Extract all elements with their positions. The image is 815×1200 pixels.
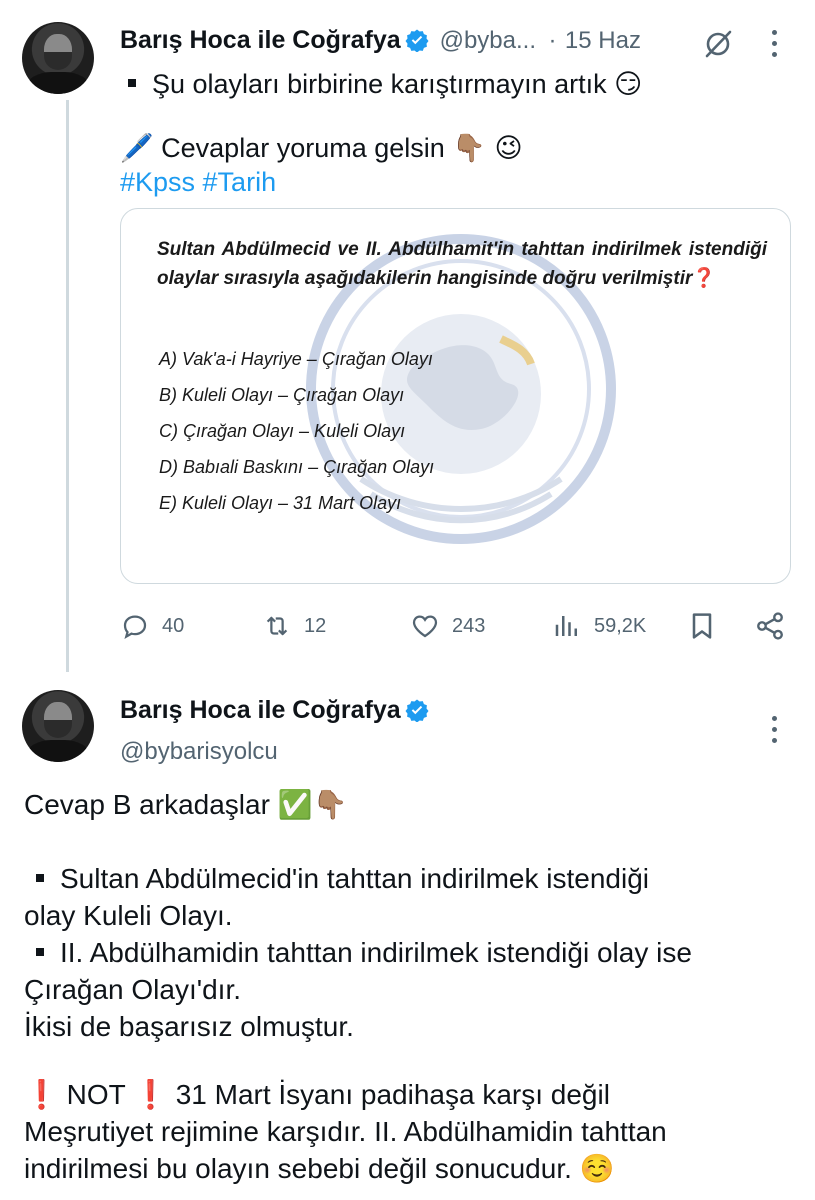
- option-e: E) Kuleli Olayı – 31 Mart Olayı: [159, 493, 402, 513]
- reply-bullet1-line2: olay Kuleli Olayı.: [24, 900, 233, 931]
- like-count: 243: [452, 614, 486, 637]
- point-down-wink-emoji: 👇🏽 😉: [452, 133, 523, 164]
- tweet-timestamp[interactable]: 15 Haz: [565, 27, 641, 54]
- more-icon[interactable]: [771, 30, 779, 58]
- tweet-header: Barış Hoca ile Coğrafya @byba... · 15 Ha…: [120, 26, 641, 60]
- option-c: C) Çırağan Olayı – Kuleli Olayı: [159, 421, 406, 441]
- author-handle[interactable]: @byba...: [440, 27, 536, 54]
- reply-note-line1: ❗ NOT ❗ 31 Mart İsyanı padihaşa karşı de…: [24, 1078, 610, 1111]
- like-button[interactable]: 243: [410, 610, 485, 642]
- option-d: D) Babıali Baskını – Çırağan Olayı: [159, 457, 435, 477]
- retweet-button[interactable]: 12: [262, 610, 326, 642]
- reply-header: Barış Hoca ile Coğrafya: [120, 696, 429, 725]
- like-icon: [412, 615, 438, 638]
- reply-bullet2-line1: II. Abdülhamidin tahttan indirilmek iste…: [36, 934, 692, 971]
- author-avatar[interactable]: [22, 22, 94, 94]
- reply-icon: [123, 615, 147, 639]
- retweet-count: 12: [304, 614, 327, 637]
- thread-connector-line: [66, 100, 69, 672]
- grok-icon[interactable]: [702, 28, 734, 60]
- retweet-icon: [266, 616, 288, 636]
- author-name[interactable]: Barış Hoca ile Coğrafya: [120, 26, 401, 54]
- separator-dot: ·: [548, 27, 557, 54]
- reply-line-answer: Cevap B arkadaşlar ✅👇🏽: [24, 788, 348, 821]
- verified-badge-icon: [405, 699, 429, 722]
- bookmark-icon[interactable]: [686, 610, 718, 642]
- bullet-square-icon: [36, 948, 44, 956]
- smirk-emoji: 😏: [614, 69, 643, 100]
- option-a: A) Vak'a-i Hayriye – Çırağan Olayı: [159, 349, 433, 369]
- reply-note-line3: indirilmesi bu olayın sebebi değil sonuc…: [24, 1152, 615, 1185]
- reply-bullet2-line2: Çırağan Olayı'dır.: [24, 974, 241, 1005]
- check-pointdown-emoji: ✅👇🏽: [277, 788, 348, 821]
- reply-author-avatar[interactable]: [22, 690, 94, 762]
- reply-note-line2: Meşrutiyet rejimine karşıdır. II. Abdülh…: [24, 1116, 667, 1147]
- exclamation-icon: ❗: [24, 1078, 59, 1111]
- verified-badge-icon: [405, 29, 429, 52]
- option-b: B) Kuleli Olayı – Çırağan Olayı: [159, 385, 405, 405]
- reply-author-name[interactable]: Barış Hoca ile Coğrafya: [120, 696, 401, 724]
- reply-author-handle[interactable]: @bybarisyolcu: [120, 738, 278, 766]
- tweet-text-line1: Şu olayları birbirine karıştırmayın artı…: [128, 66, 642, 103]
- reply-count: 40: [162, 614, 185, 637]
- reply-bullet1-line1: Sultan Abdülmecid'in tahttan indirilmek …: [36, 860, 649, 897]
- views-count: 59,2K: [594, 614, 647, 637]
- tweet-image-card[interactable]: Sultan Abdülmecid ve II. Abdülhamit'in t…: [120, 208, 791, 584]
- views-icon: [555, 616, 577, 636]
- share-icon[interactable]: [754, 610, 786, 642]
- views-button[interactable]: 59,2K: [552, 610, 646, 642]
- exclamation-icon: ❗: [133, 1078, 168, 1111]
- pen-emoji: 🖊️: [120, 133, 154, 164]
- bullet-square-icon: [36, 874, 44, 882]
- reply-button[interactable]: 40: [120, 610, 184, 642]
- reply-summary-line: İkisi de başarısız olmuştur.: [24, 1011, 354, 1042]
- hashtags[interactable]: #Kpss #Tarih: [120, 164, 276, 200]
- note-label: NOT: [66, 1079, 126, 1110]
- tweet-text-line2: 🖊️ Cevaplar yoruma gelsin 👇🏽 😉: [120, 133, 523, 164]
- smiling-emoji: ☺️: [579, 1152, 615, 1185]
- bullet-square-icon: [128, 79, 136, 87]
- question-text: Sultan Abdülmecid ve II. Abdülhamit'in t…: [157, 239, 767, 289]
- question-mark-emoji: ❓: [692, 267, 717, 289]
- more-icon[interactable]: [771, 716, 779, 744]
